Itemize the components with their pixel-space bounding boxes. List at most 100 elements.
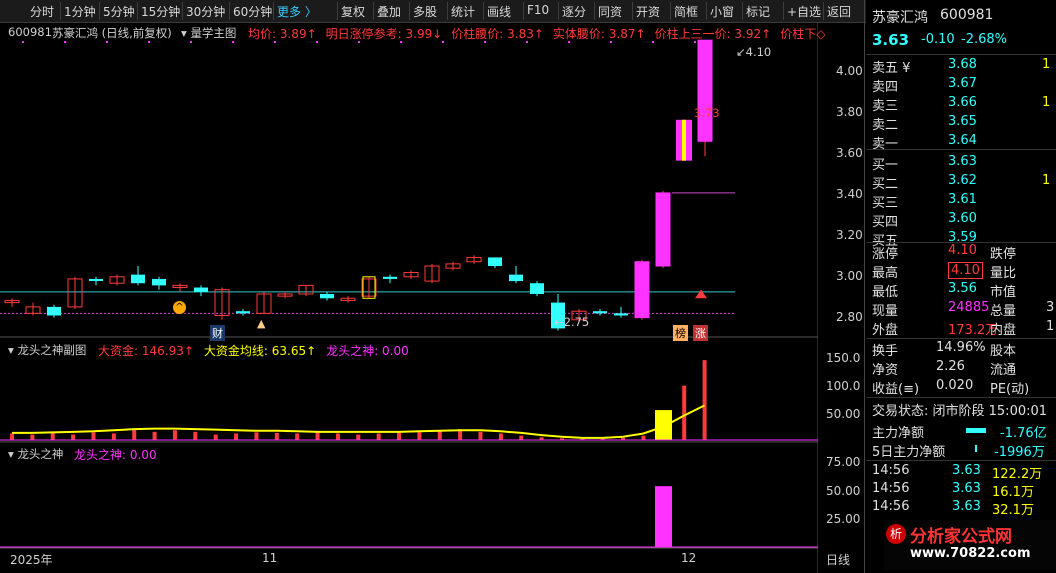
indicator-value: 价柱上三一价: 3.92↑ [654, 27, 772, 41]
tick-time: 14:56 [872, 499, 910, 514]
indicator-value: 均价: 3.89↑ [248, 27, 317, 41]
toolbar-separator [783, 2, 784, 20]
toolbar-biaoji-button[interactable]: 标记 [746, 3, 770, 20]
candle-body [131, 274, 145, 284]
toolbar-jiankuang-button[interactable]: 简框 [674, 3, 698, 20]
toolbar-more-button[interactable]: 更多 〉 [277, 3, 317, 20]
book-price: 3.67 [948, 76, 977, 91]
money-bar [682, 385, 687, 440]
book-label: 卖五 ¥ [872, 61, 911, 76]
toolbar-1min-button[interactable]: 1分钟 [64, 3, 96, 20]
toolbar-separator [558, 2, 559, 20]
indicator-value: 大资金: 146.93↑ [98, 344, 194, 358]
yellow-bar [655, 410, 672, 440]
formula-name[interactable]: ▾ 量学主图 [181, 25, 236, 41]
book-price: 3.61 [948, 192, 977, 207]
person-icon[interactable]: ▲ [257, 317, 265, 330]
toolbar-kaizi-button[interactable]: 开资 [636, 3, 660, 20]
book-label: 买三 [872, 196, 899, 211]
money-bar [335, 433, 340, 440]
y-tick-label: 50.00 [826, 407, 861, 421]
toolbar-5min-button[interactable]: 5分钟 [103, 3, 135, 20]
price-change: -0.10 [921, 32, 955, 47]
logo-icon: 析 [886, 524, 906, 544]
toolbar-back-button[interactable]: 返回 [827, 3, 851, 20]
book-volume: 1 [1042, 173, 1051, 188]
sub2-title: ▾ 龙头之神 [8, 446, 63, 462]
signal-dot [568, 41, 570, 43]
badge-limit-up[interactable]: 涨 [693, 325, 708, 341]
candle-body-mark [682, 119, 686, 161]
signal-dot [484, 41, 486, 43]
indicator-value: 实体腰价: 3.87↑ [552, 27, 646, 41]
toolbar-separator [373, 2, 374, 20]
y-tick-label: 4.00 [836, 64, 863, 78]
book-label: 卖四 [872, 80, 899, 95]
toolbar-separator [706, 2, 707, 20]
toolbar-duogu-button[interactable]: 多股 [413, 3, 437, 20]
stat-label: 最高 [872, 266, 899, 281]
formula-label: 量学主图 [190, 26, 237, 40]
indicator-value: 价柱腰价: 3.83↑ [451, 27, 544, 41]
money-bar [315, 432, 320, 440]
money-bar [111, 433, 116, 440]
main-flow-bar [966, 428, 986, 433]
badge-finance[interactable]: 财 [210, 325, 225, 341]
toolbar-30min-button[interactable]: 30分钟 [186, 3, 225, 20]
toolbar-separator [447, 2, 448, 20]
toolbar-xiaochuang-button[interactable]: 小窗 [710, 3, 734, 20]
x-label-year: 2025年 [10, 553, 53, 567]
stat-value: 4.10 [948, 243, 977, 258]
high-price-label: ↙4.10 [736, 45, 772, 59]
toolbar-separator [137, 2, 138, 20]
tick-volume: 16.1万 [992, 485, 1034, 500]
toolbar-separator [632, 2, 633, 20]
money-bar [702, 360, 707, 440]
money-bar [356, 434, 361, 440]
toolbar-fuquan-button[interactable]: 复权 [341, 3, 365, 20]
toolbar-add-watch-button[interactable]: +自选 [787, 3, 821, 20]
y-tick-label: 50.00 [826, 484, 861, 498]
toolbar-f10-button[interactable]: F10 [527, 3, 549, 17]
info-circle-icon[interactable]: ^ [173, 301, 186, 314]
stock-name: 苏豪汇鸿 [872, 10, 928, 26]
toolbar-tongji-button[interactable]: 统计 [451, 3, 475, 20]
book-label: 卖二 [872, 118, 899, 133]
chart-area[interactable]: 600981 苏豪汇鸿 (日线,前复权) ▾ 量学主图 均价: 3.89↑ 明日涨… [0, 23, 863, 573]
trade-state: 交易状态: 闭市阶段 15:00:01 [872, 404, 1048, 419]
stat-value: 2.26 [936, 359, 965, 374]
candle-body [634, 261, 650, 319]
candle-body [655, 192, 671, 267]
watermark-title: 分析家公式网 [910, 527, 1012, 547]
signal-dot [652, 41, 654, 43]
signal-dot [232, 41, 234, 43]
money-bar [295, 433, 300, 440]
badge-rank[interactable]: 榜 [673, 325, 688, 341]
toolbar-huaxian-button[interactable]: 画线 [487, 3, 511, 20]
main-flow5-label: 5日主力净额 [872, 445, 946, 460]
toolbar-zhufen-button[interactable]: 逐分 [562, 3, 586, 20]
stat-label: 外盘 [872, 323, 899, 338]
toolbar-separator [823, 2, 824, 20]
book-price: 3.68 [948, 57, 977, 72]
stat-label: 股本 [990, 344, 1017, 359]
signal-dot [106, 41, 108, 43]
indicator-value: 明日涨停参考: 3.99↓ [325, 27, 443, 41]
toolbar-15min-button[interactable]: 15分钟 [141, 3, 180, 20]
candle-body [509, 274, 523, 282]
toolbar-fenshi-button[interactable]: 分时 [30, 3, 54, 20]
toolbar-tongzi-button[interactable]: 同资 [598, 3, 622, 20]
toolbar-diejia-button[interactable]: 叠加 [377, 3, 401, 20]
toolbar-60min-button[interactable]: 60分钟 [233, 3, 272, 20]
y-tick-label: 3.00 [836, 269, 863, 283]
candle-body [593, 311, 607, 314]
book-label: 卖三 [872, 99, 899, 114]
toolbar-separator [523, 2, 524, 20]
main-indicators: 均价: 3.89↑ 明日涨停参考: 3.99↓ 价柱腰价: 3.83↑ 实体腰价: 3… [248, 25, 834, 41]
toolbar-separator [99, 2, 100, 20]
money-bar [71, 434, 76, 440]
y-tick-label: 100.0 [826, 379, 861, 393]
money-bar [10, 433, 14, 440]
stat-label: 总量 [990, 304, 1017, 319]
stat-label: 收益(≡) [872, 382, 920, 397]
